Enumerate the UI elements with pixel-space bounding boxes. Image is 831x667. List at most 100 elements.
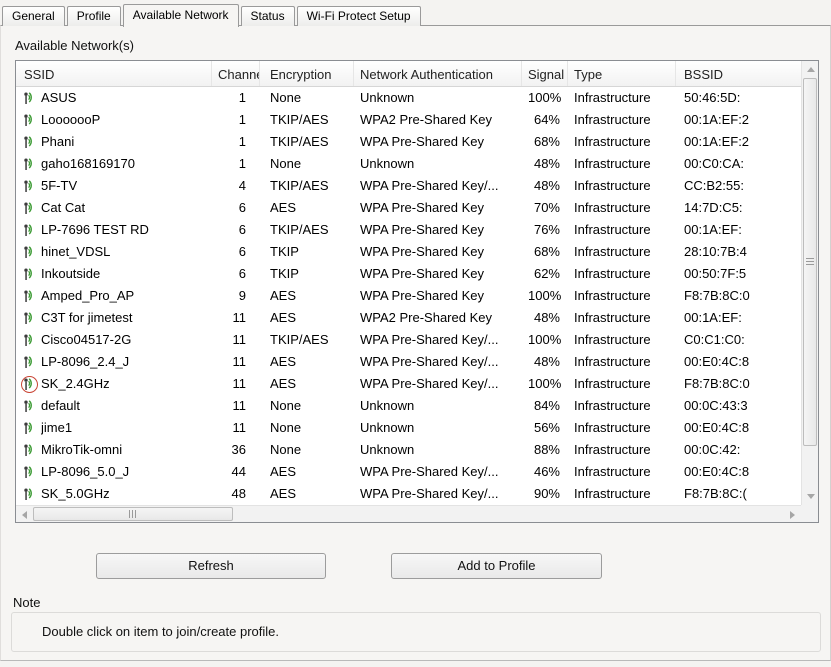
authentication-cell: WPA2 Pre-Shared Key [360, 112, 492, 127]
network-row[interactable]: LP-8096_5.0_J 44 AES WPA Pre-Shared Key/… [16, 461, 801, 483]
ssid-cell: SK_2.4GHz [16, 373, 212, 395]
scroll-right-button[interactable] [784, 506, 801, 523]
arrow-up-icon [806, 67, 815, 72]
bssid-cell: 00:E0:4C:8 [684, 464, 750, 479]
wifi-signal-icon [21, 464, 38, 481]
bssid-cell: 00:1A:EF: [684, 222, 742, 237]
scrollbar-grip-icon [806, 258, 814, 266]
bssid-cell: C0:C1:C0: [684, 332, 745, 347]
vertical-scrollbar-thumb[interactable] [803, 78, 817, 446]
signal-cell: 76% [533, 222, 560, 237]
network-row[interactable]: SK_5.0GHz 48 AES WPA Pre-Shared Key/... … [16, 483, 801, 505]
bssid-cell: CC:B2:55: [684, 178, 744, 193]
horizontal-scrollbar-thumb[interactable] [33, 507, 233, 521]
encryption-cell: AES [270, 354, 297, 369]
network-row[interactable]: Phani 1 TKIP/AES WPA Pre-Shared Key 68% … [16, 131, 801, 153]
scroll-down-button[interactable] [802, 488, 819, 505]
ssid-label: Amped_Pro_AP [41, 288, 135, 303]
network-row[interactable]: SK_2.4GHz 11 AES WPA Pre-Shared Key/... … [16, 373, 801, 395]
network-row[interactable]: 5F-TV 4 TKIP/AES WPA Pre-Shared Key/... … [16, 175, 801, 197]
network-row[interactable]: Cat Cat 6 AES WPA Pre-Shared Key 70% Inf… [16, 197, 801, 219]
type-cell: Infrastructure [574, 420, 651, 435]
authentication-cell: Unknown [360, 90, 415, 105]
ssid-label: MikroTik-omni [41, 442, 123, 457]
channel-cell: 11 [232, 420, 247, 435]
network-row[interactable]: hinet_VDSL 6 TKIP WPA Pre-Shared Key 68%… [16, 241, 801, 263]
vertical-scrollbar[interactable] [801, 61, 818, 505]
network-listview: SSID Channel Encryption Network Authenti… [15, 60, 819, 523]
refresh-button[interactable]: Refresh [96, 553, 326, 579]
type-cell: Infrastructure [574, 442, 651, 457]
signal-cell: 100% [528, 288, 562, 303]
bssid-cell: 00:50:7F:5 [684, 266, 747, 281]
tab[interactable]: Wi-Fi Protect Setup [296, 6, 421, 26]
column-header[interactable]: Signal [522, 61, 568, 86]
wifi-signal-icon [21, 486, 38, 503]
network-row[interactable]: Amped_Pro_AP 9 AES WPA Pre-Shared Key 10… [16, 285, 801, 307]
network-row[interactable]: jime1 11 None Unknown 56% Infrastructure… [16, 417, 801, 439]
column-header[interactable]: Network Authentication [354, 61, 522, 86]
tab[interactable]: General [2, 6, 65, 26]
channel-cell: 6 [238, 244, 246, 259]
column-header[interactable]: Channel [212, 61, 260, 86]
encryption-cell: TKIP/AES [270, 134, 329, 149]
ssid-cell: Cisco04517-2G [16, 329, 212, 351]
authentication-cell: WPA Pre-Shared Key [360, 134, 485, 149]
network-row[interactable]: Cisco04517-2G 11 TKIP/AES WPA Pre-Shared… [16, 329, 801, 351]
scrollbar-corner [801, 505, 818, 522]
wifi-signal-icon [21, 375, 38, 393]
signal-cell: 68% [533, 134, 560, 149]
bssid-cell: 00:C0:CA: [684, 156, 744, 171]
bssid-cell: F8:7B:8C:0 [684, 376, 750, 391]
column-header[interactable]: SSID [16, 61, 212, 86]
network-row[interactable]: MikroTik-omni 36 None Unknown 88% Infras… [16, 439, 801, 461]
network-row[interactable]: Inkoutside 6 TKIP WPA Pre-Shared Key 62%… [16, 263, 801, 285]
type-cell: Infrastructure [574, 288, 651, 303]
column-header[interactable]: Type [568, 61, 676, 86]
authentication-cell: WPA Pre-Shared Key [360, 222, 485, 237]
bssid-cell: 14:7D:C5: [684, 200, 743, 215]
encryption-cell: None [270, 156, 302, 171]
signal-cell: 100% [528, 90, 562, 105]
network-row[interactable]: LooooooP 1 TKIP/AES WPA2 Pre-Shared Key … [16, 109, 801, 131]
section-label: Available Network(s) [15, 38, 134, 53]
network-row[interactable]: C3T for jimetest 11 AES WPA2 Pre-Shared … [16, 307, 801, 329]
add-to-profile-button[interactable]: Add to Profile [391, 553, 602, 579]
tab[interactable]: Status [240, 6, 295, 26]
network-row[interactable]: LP-8096_2.4_J 11 AES WPA Pre-Shared Key/… [16, 351, 801, 373]
authentication-cell: WPA Pre-Shared Key/... [360, 486, 499, 501]
encryption-cell: AES [270, 288, 297, 303]
wifi-signal-icon [21, 200, 38, 217]
ssid-label: Inkoutside [41, 266, 101, 281]
ssid-label: C3T for jimetest [41, 310, 133, 325]
type-cell: Infrastructure [574, 486, 651, 501]
channel-cell: 6 [238, 200, 246, 215]
channel-cell: 1 [238, 90, 246, 105]
type-cell: Infrastructure [574, 90, 651, 105]
column-header[interactable]: BSSID [676, 61, 801, 86]
arrow-left-icon [22, 510, 27, 519]
channel-cell: 44 [231, 464, 246, 479]
wifi-signal-icon [21, 354, 38, 371]
encryption-cell: None [270, 442, 302, 457]
wifi-signal-icon [21, 442, 38, 459]
tab[interactable]: Profile [66, 6, 121, 26]
column-header[interactable]: Encryption [260, 61, 354, 86]
scroll-up-button[interactable] [802, 61, 819, 78]
wifi-signal-icon [21, 266, 38, 283]
ssid-cell: default [16, 395, 212, 417]
tab[interactable]: Available Network [122, 4, 239, 27]
arrow-down-icon [806, 494, 815, 499]
horizontal-scrollbar[interactable] [16, 505, 801, 522]
signal-cell: 70% [533, 200, 560, 215]
network-row[interactable]: gaho168169170 1 None Unknown 48% Infrast… [16, 153, 801, 175]
bssid-cell: 00:1A:EF: [684, 310, 742, 325]
network-row[interactable]: default 11 None Unknown 84% Infrastructu… [16, 395, 801, 417]
ssid-label: Phani [41, 134, 75, 149]
network-row[interactable]: ASUS 1 None Unknown 100% Infrastructure … [16, 87, 801, 109]
encryption-cell: AES [270, 486, 297, 501]
scroll-left-button[interactable] [16, 506, 33, 523]
network-row[interactable]: LP-7696 TEST RD 6 TKIP/AES WPA Pre-Share… [16, 219, 801, 241]
wifi-signal-icon [21, 156, 38, 173]
arrow-right-icon [790, 510, 795, 519]
